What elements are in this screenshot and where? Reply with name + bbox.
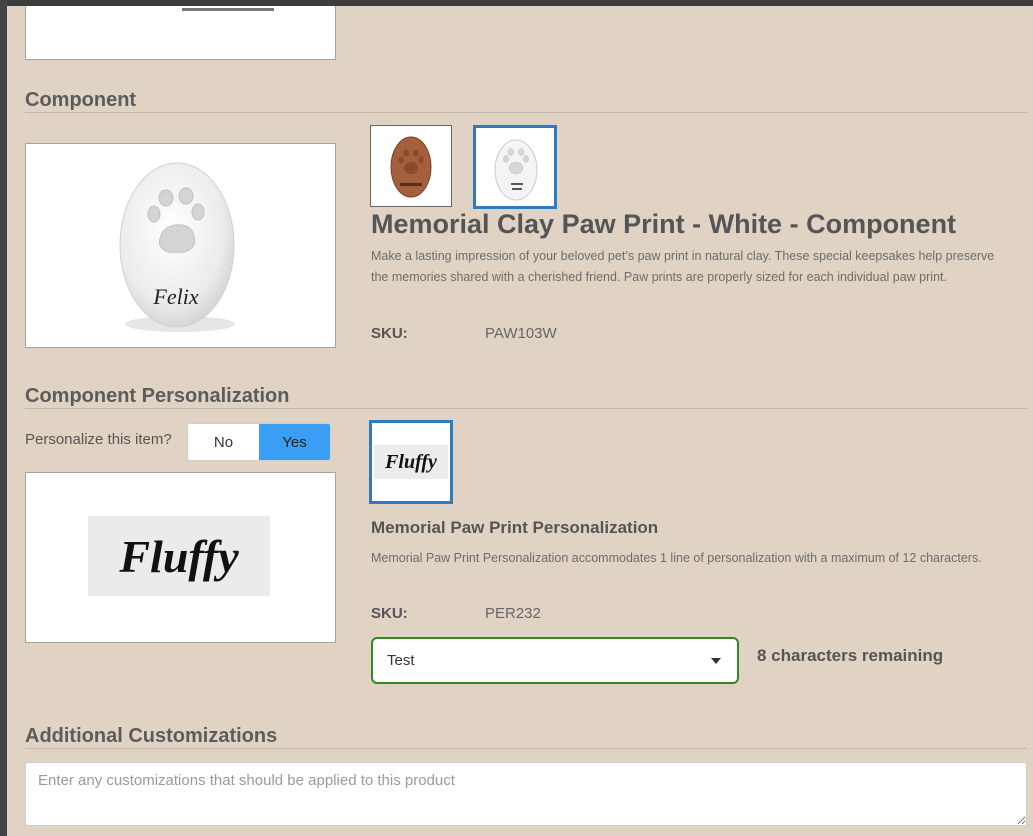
- personalize-toggle: No Yes: [187, 423, 331, 461]
- component-sku-label: SKU:: [371, 325, 408, 342]
- white-paw-print-icon: [494, 139, 538, 201]
- personalization-text-value: Test: [387, 652, 415, 669]
- thumbnail-terracotta[interactable]: [370, 125, 452, 207]
- personalize-no-button[interactable]: No: [188, 424, 259, 460]
- chevron-down-icon[interactable]: [711, 658, 721, 664]
- personalization-text-select[interactable]: Test: [371, 637, 739, 684]
- additional-section-divider: [25, 748, 1027, 749]
- white-clay-paw-print-image: Felix: [119, 162, 235, 332]
- component-section-divider: [25, 112, 1027, 113]
- personalization-thumbnail-plate: Fluffy: [374, 445, 448, 479]
- component-product-description: Make a lasting impression of your belove…: [371, 249, 995, 284]
- component-product-title: Memorial Clay Paw Print - White - Compon…: [371, 209, 957, 239]
- personalization-section-title: Component Personalization: [25, 385, 290, 407]
- component-section-title: Component: [25, 89, 137, 111]
- personalization-sku-label: SKU:: [371, 605, 408, 622]
- window-left-edge: [0, 0, 7, 836]
- characters-remaining: 8 characters remaining: [757, 646, 944, 665]
- component-sku-value: PAW103W: [485, 325, 557, 342]
- clay-preview-name: Felix: [152, 284, 198, 309]
- personalization-preview-text: Fluffy: [119, 530, 239, 582]
- personalization-sku-value: PER232: [485, 605, 541, 622]
- personalize-yes-button[interactable]: Yes: [259, 424, 330, 460]
- product-config-panel: Component Felix Memorial Clay Paw Print …: [7, 6, 1033, 836]
- personalize-question: Personalize this item?: [25, 431, 172, 448]
- personalization-preview-image: Fluffy: [25, 472, 336, 643]
- personalization-preview-plate: Fluffy: [88, 516, 270, 596]
- customizations-textarea[interactable]: [25, 762, 1027, 826]
- previous-image-box: [25, 6, 336, 60]
- thumbnail-white[interactable]: [473, 125, 557, 209]
- personalization-thumbnail-text: Fluffy: [385, 450, 437, 473]
- personalization-section-divider: [25, 408, 1027, 409]
- previous-image-fragment: [182, 8, 274, 11]
- personalization-product-description: Memorial Paw Print Personalization accom…: [371, 551, 982, 565]
- component-main-image: Felix: [25, 143, 336, 348]
- personalization-thumbnail[interactable]: Fluffy: [369, 420, 453, 504]
- additional-section-title: Additional Customizations: [25, 725, 278, 747]
- terracotta-paw-print-icon: [390, 136, 432, 198]
- personalization-product-title: Memorial Paw Print Personalization: [371, 518, 659, 537]
